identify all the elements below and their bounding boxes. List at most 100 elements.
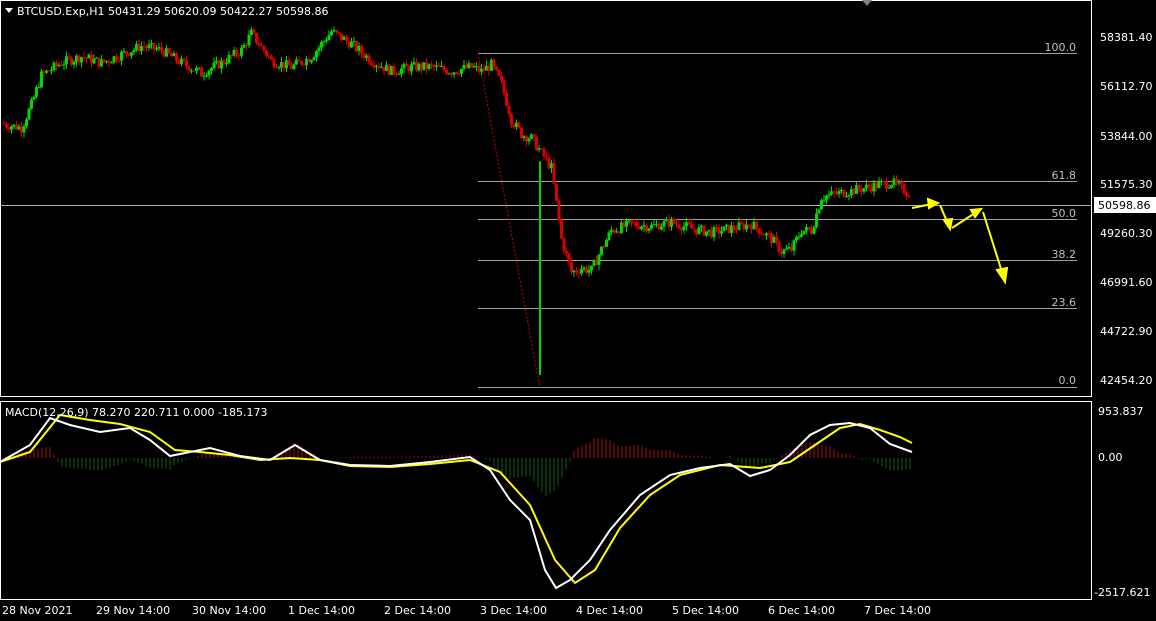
candle-body: [687, 222, 691, 225]
candle-body: [815, 213, 818, 228]
time-label: 30 Nov 14:00: [192, 604, 266, 617]
candle-body: [325, 40, 328, 42]
candle-body: [320, 42, 323, 48]
candle-body: [315, 51, 318, 58]
candle-body: [210, 68, 213, 71]
candle-body: [235, 50, 238, 56]
candle-body: [297, 59, 301, 62]
candle-body: [25, 119, 28, 126]
price-tick: 51575.30: [1100, 178, 1153, 191]
candle-body: [257, 42, 261, 46]
time-label: 4 Dec 14:00: [576, 604, 643, 617]
candle-body: [277, 67, 281, 69]
candle-body: [310, 60, 313, 63]
candle-body: [895, 178, 898, 183]
candle-body: [630, 220, 633, 223]
candle-body: [502, 80, 506, 93]
candle-body: [360, 45, 363, 54]
candle-body: [697, 227, 701, 234]
candle-body: [545, 156, 548, 158]
candle-body: [500, 75, 503, 81]
trading-chart[interactable]: 58381.40 56112.70 53844.00 51575.30 4926…: [0, 0, 1156, 621]
candle-body: [890, 185, 893, 188]
candle-body: [607, 232, 611, 240]
candle-body: [580, 269, 583, 274]
candle-body: [252, 29, 256, 33]
candle-body: [497, 69, 501, 76]
candle-body: [822, 199, 826, 201]
candle-body: [575, 270, 578, 273]
price-tick: 46991.60: [1100, 276, 1153, 289]
candle-body: [552, 163, 556, 184]
candle-body: [492, 59, 496, 67]
candle-body: [510, 114, 513, 125]
candle-body: [317, 47, 321, 52]
time-label: 3 Dec 14:00: [480, 604, 547, 617]
candle-body: [797, 236, 801, 238]
candle-body: [225, 63, 228, 65]
candle-body: [247, 34, 251, 46]
price-tick: 58381.40: [1100, 31, 1153, 44]
candle-body: [597, 254, 601, 265]
candle-body: [460, 68, 463, 74]
candle-body: [842, 189, 846, 197]
candle-body: [22, 125, 26, 133]
candle-body: [5, 124, 8, 128]
candle-body: [857, 185, 861, 190]
candle-body: [887, 187, 891, 189]
time-label: 1 Dec 14:00: [288, 604, 355, 617]
candle-body: [740, 222, 743, 224]
candle-body: [400, 68, 403, 74]
time-label: 29 Nov 14:00: [96, 604, 170, 617]
candle-body: [200, 67, 203, 77]
candle-body: [720, 231, 723, 234]
candle-body: [262, 45, 266, 51]
candle-body: [120, 51, 123, 61]
candle-body: [205, 75, 208, 77]
time-label: 5 Dec 14:00: [672, 604, 739, 617]
candle-body: [682, 226, 686, 231]
candle-body: [37, 87, 41, 89]
candle-body: [312, 57, 316, 61]
candle-body: [322, 41, 326, 43]
candle-body: [867, 184, 871, 188]
macd-label: MACD(12,26,9) 78.270 220.711 0.000 -185.…: [5, 406, 267, 419]
candle-body: [30, 99, 33, 109]
candle-body: [905, 193, 908, 196]
candle-body: [605, 239, 608, 247]
candle-body: [877, 181, 881, 189]
candle-body: [107, 60, 111, 63]
candle-body: [495, 66, 498, 70]
price-tick: 53844.00: [1100, 130, 1153, 143]
candle-body: [115, 56, 118, 61]
candle-body: [777, 241, 781, 252]
candle-body: [155, 48, 158, 50]
candle-body: [152, 42, 156, 50]
candle-body: [175, 53, 178, 61]
candle-body: [565, 250, 568, 254]
candle-body: [330, 31, 333, 35]
candle-body: [72, 61, 76, 65]
candle-body: [847, 195, 851, 197]
candle-body: [782, 249, 786, 254]
candle-body: [270, 56, 273, 59]
candle-body: [337, 32, 341, 34]
candle-body: [167, 48, 171, 54]
candle-body: [690, 224, 693, 229]
symbol-header: BTCUSD.Exp,H1 50431.29 50620.09 50422.27…: [17, 5, 328, 18]
candle-body: [560, 220, 563, 239]
candle-body: [837, 191, 841, 195]
candle-body: [67, 56, 71, 58]
candle-body: [350, 41, 353, 48]
candle-body: [32, 96, 36, 100]
candle-body: [590, 265, 593, 271]
candle-body: [532, 134, 536, 137]
candle-body: [732, 225, 736, 230]
candle-body: [832, 191, 836, 193]
candle-body: [672, 218, 676, 224]
candle-body: [562, 238, 566, 251]
candle-body: [885, 181, 888, 189]
candle-body: [397, 73, 401, 75]
candle-body: [367, 55, 371, 63]
candle-body: [795, 237, 798, 241]
